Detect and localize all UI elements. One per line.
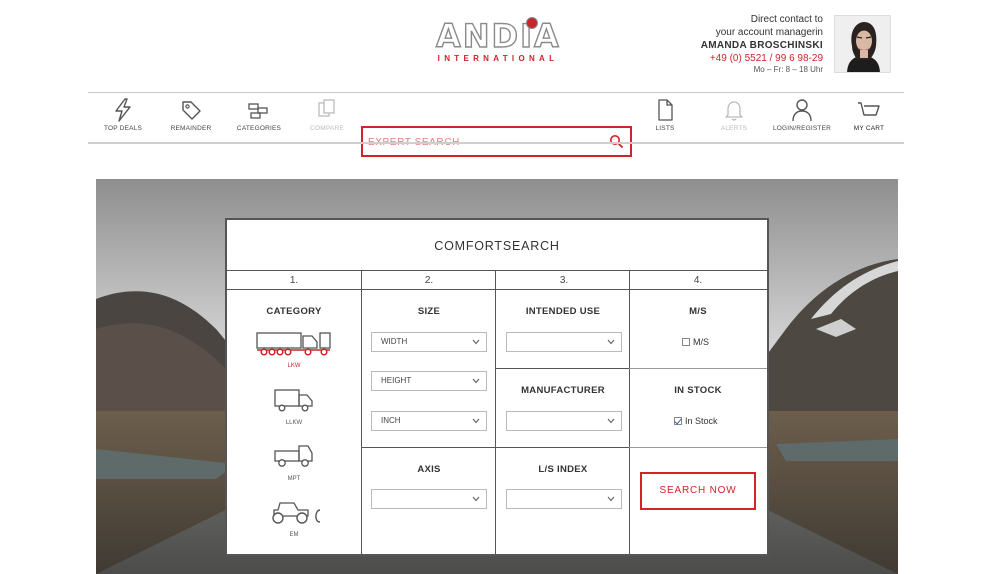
cart-icon	[858, 102, 880, 116]
manufacturer-select[interactable]	[506, 411, 622, 431]
tag-icon	[182, 101, 201, 120]
axis-heading: AXIS	[417, 464, 441, 475]
manufacturer-heading: MANUFACTURER	[521, 385, 605, 396]
chevron-down-icon	[472, 496, 480, 502]
step-4-number: 4.	[693, 275, 703, 286]
divider	[495, 368, 629, 369]
in-stock-checkbox-label: In Stock	[685, 416, 718, 426]
category-label: LKW	[287, 363, 301, 369]
user-icon	[792, 99, 812, 122]
bell-icon	[725, 101, 743, 121]
nav-label: CATEGORIES	[236, 125, 282, 132]
account-manager-contact: Direct contact to your account managerin…	[701, 13, 823, 74]
nav-label: LISTS	[655, 125, 675, 132]
form-title: COMFORTSEARCH	[434, 239, 560, 253]
chevron-down-icon	[472, 378, 480, 384]
ms-checkbox-box[interactable]	[682, 338, 690, 346]
nav-alerts[interactable]: ALERTS	[698, 98, 770, 132]
chevron-down-icon	[607, 496, 615, 502]
nav-label: TOP DEALS	[103, 125, 143, 132]
in-stock-checkbox[interactable]: In Stock	[674, 416, 718, 426]
nav-divider-bottom	[88, 142, 904, 144]
ms-checkbox[interactable]: M/S	[682, 337, 709, 347]
height-select-value: HEIGHT	[381, 376, 412, 385]
nav-remainder[interactable]: REMAINDER	[155, 98, 227, 132]
nav-label: REMAINDER	[170, 125, 212, 132]
page: ANDIA INTERNATIONAL Direct contact to yo…	[0, 0, 1000, 574]
category-label: LLKW	[285, 420, 303, 426]
category-label: EM	[289, 532, 299, 538]
brand-name: ANDIA	[435, 17, 561, 55]
avatar	[834, 15, 891, 73]
category-em[interactable]: EM	[227, 498, 361, 538]
nav-lists[interactable]: LISTS	[629, 98, 701, 132]
size-heading: SIZE	[417, 306, 441, 317]
logo-globe-icon	[526, 17, 538, 29]
nav-my-cart[interactable]: MY CART	[833, 98, 905, 132]
nav-label: COMPARE	[310, 125, 344, 132]
divider	[629, 447, 767, 448]
step-2-number: 2.	[424, 275, 434, 286]
comfortsearch-form: COMFORTSEARCH 1. 2. 3. 4. CATEGORY LKW L…	[225, 218, 769, 556]
category-mpt[interactable]: MPT	[227, 442, 361, 482]
nav-top-deals[interactable]: TOP DEALS	[87, 98, 159, 132]
divider	[495, 447, 629, 448]
ms-checkbox-label: M/S	[693, 337, 710, 347]
brand-subtitle: INTERNATIONAL	[437, 54, 559, 63]
nav-divider-top	[88, 92, 904, 93]
width-select-value: WIDTH	[381, 337, 408, 346]
nav-categories[interactable]: CATEGORIES	[223, 98, 295, 132]
height-select[interactable]: HEIGHT	[371, 371, 487, 391]
contact-phone[interactable]: +49 (0) 5521 / 99 6 98-29	[701, 52, 823, 65]
divider	[361, 447, 495, 448]
step-3-number: 3.	[559, 275, 569, 286]
contact-hours: Mo – Fr: 8 – 18 Uhr	[753, 65, 823, 74]
utility-truck-icon	[274, 445, 313, 467]
ls-index-select[interactable]	[506, 489, 622, 509]
category-heading: CATEGORY	[266, 306, 322, 317]
divider	[227, 289, 767, 290]
step-1-number: 1.	[289, 275, 299, 286]
category-label: MPT	[287, 476, 301, 482]
chevron-down-icon	[607, 418, 615, 424]
category-llkw[interactable]: LLKW	[227, 386, 361, 426]
inch-select-value: INCH	[381, 416, 401, 425]
search-now-button[interactable]: SEARCH NOW	[640, 472, 756, 510]
intended-use-heading: INTENDED USE	[525, 306, 601, 317]
nav-compare[interactable]: COMPARE	[291, 98, 363, 132]
chevron-down-icon	[472, 339, 480, 345]
contact-line-2: your account managerin	[715, 27, 823, 38]
divider	[629, 368, 767, 369]
contact-line-1: Direct contact to	[750, 14, 823, 25]
contact-name: AMANDA BROSCHINSKI	[700, 40, 823, 51]
axis-select[interactable]	[371, 489, 487, 509]
compare-icon	[318, 99, 335, 117]
chevron-down-icon	[472, 418, 480, 424]
lightning-icon	[115, 98, 131, 122]
nav-login-register[interactable]: LOGIN/REGISTER	[766, 98, 838, 132]
ms-heading: M/S	[689, 306, 707, 317]
earthmover-icon	[272, 502, 321, 524]
van-icon	[274, 389, 313, 412]
brand-logo[interactable]: ANDIA INTERNATIONAL	[435, 17, 561, 63]
document-icon	[658, 99, 673, 121]
nav-label: MY CART	[853, 125, 885, 132]
nav-label: LOGIN/REGISTER	[772, 125, 832, 132]
ls-index-heading: L/S INDEX	[538, 464, 588, 475]
nav-label: ALERTS	[720, 125, 748, 132]
category-lkw[interactable]: LKW	[227, 331, 361, 369]
in-stock-heading: IN STOCK	[674, 385, 722, 396]
truck-icon	[256, 332, 331, 356]
categories-icon	[248, 103, 268, 119]
inch-select[interactable]: INCH	[371, 411, 487, 431]
in-stock-checkbox-box[interactable]	[674, 417, 682, 425]
intended-use-select[interactable]	[506, 332, 622, 352]
chevron-down-icon	[607, 339, 615, 345]
divider	[227, 270, 767, 271]
width-select[interactable]: WIDTH	[371, 332, 487, 352]
portrait-image	[835, 16, 890, 72]
